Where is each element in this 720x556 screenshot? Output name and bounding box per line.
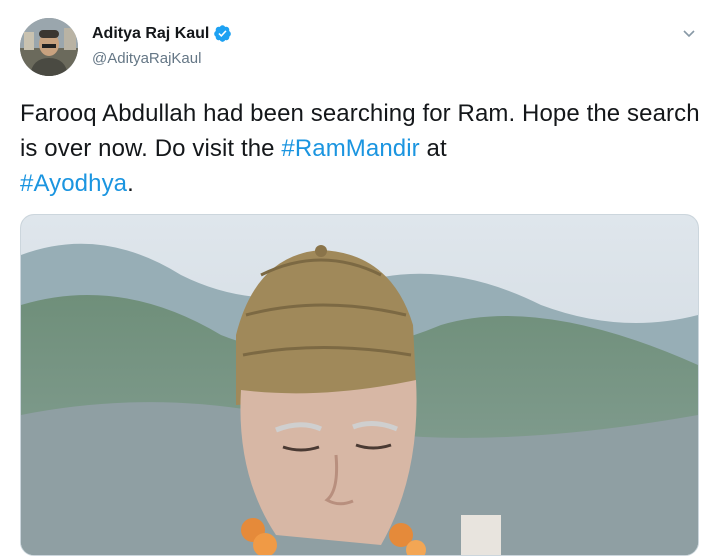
tweet-text: Farooq Abdullah had been searching for R… xyxy=(20,96,710,201)
tweet-card: Aditya Raj Kaul @AdityaRajKaul Farooq Ab… xyxy=(0,0,720,556)
video-frame-image xyxy=(21,215,698,555)
tweet-video-thumbnail[interactable] xyxy=(20,214,699,556)
author-display-name[interactable]: Aditya Raj Kaul xyxy=(92,25,209,43)
hashtag-link-rammandir[interactable]: #RamMandir xyxy=(281,135,419,162)
verified-badge-icon xyxy=(213,24,232,43)
author-name-row: Aditya Raj Kaul xyxy=(92,24,232,43)
tweet-text-part: at xyxy=(419,135,447,162)
avatar[interactable] xyxy=(20,18,78,76)
author-handle[interactable]: @AdityaRajKaul xyxy=(92,50,201,67)
avatar-image xyxy=(20,18,78,76)
tweet-text-part: . xyxy=(127,170,134,197)
hashtag-link-ayodhya[interactable]: #Ayodhya xyxy=(20,170,127,197)
chevron-down-icon[interactable] xyxy=(680,24,698,42)
